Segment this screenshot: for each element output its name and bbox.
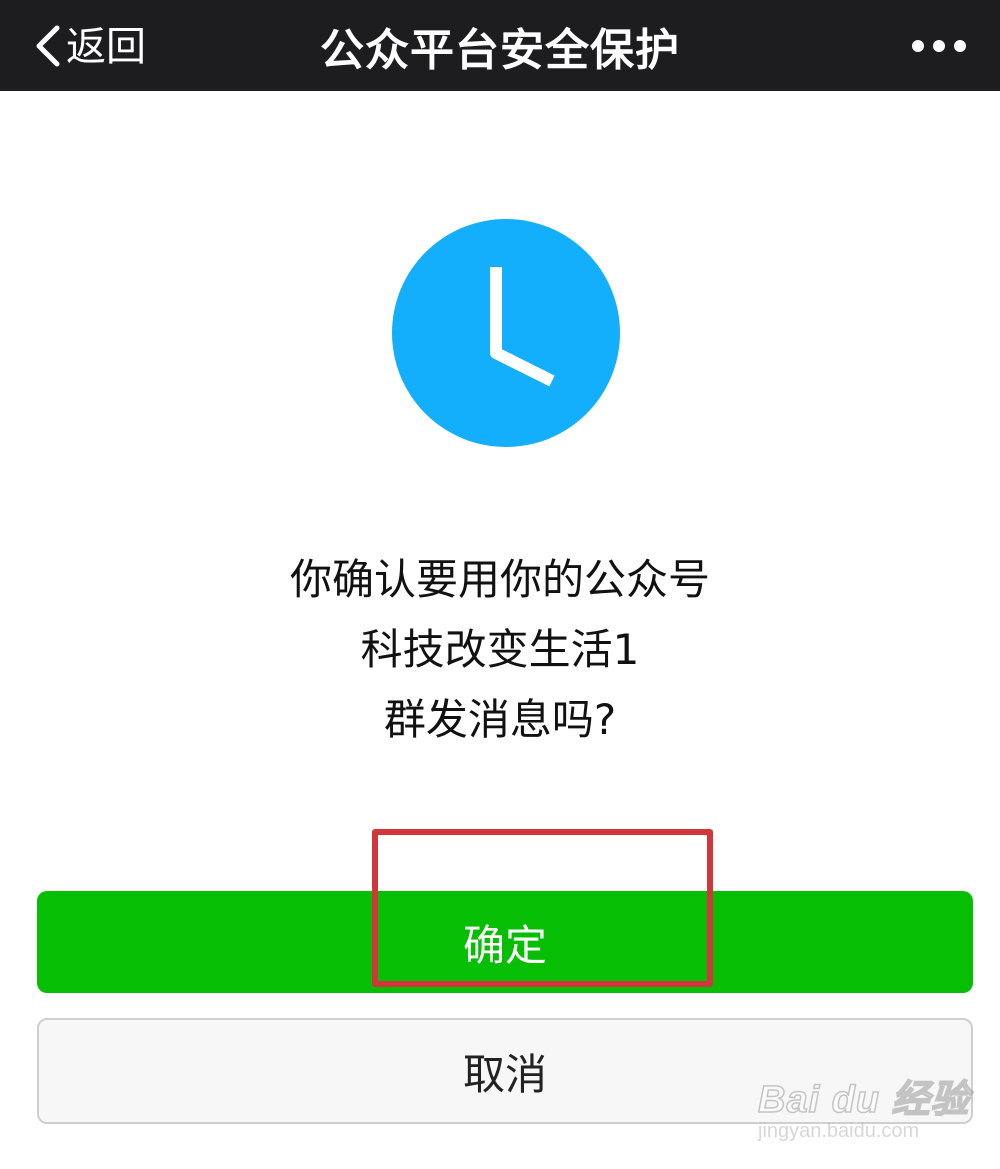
back-button[interactable]: 返回: [32, 0, 146, 91]
cancel-button-label: 取消: [462, 1049, 547, 1099]
more-dots-icon[interactable]: [912, 0, 966, 91]
confirm-button-label: 确定: [462, 920, 547, 970]
message-line-2: 科技改变生活1: [360, 625, 640, 674]
more-dot: [912, 39, 924, 52]
chevron-left-icon: [36, 25, 60, 66]
back-label: 返回: [66, 23, 146, 70]
more-dot: [954, 39, 966, 52]
clock-icon: [392, 219, 620, 447]
top-navigation-bar: 返回 公众平台安全保护: [0, 0, 1000, 91]
message-line-1: 你确认要用你的公众号: [289, 555, 710, 604]
page-title: 公众平台安全保护: [320, 24, 680, 76]
message-line-3: 群发消息吗?: [383, 695, 617, 744]
page: 返回 公众平台安全保护 你确认要用你的公众号 科技改变生活1 群发消息吗? 确定…: [0, 0, 1000, 1169]
confirm-button[interactable]: 确定: [37, 891, 973, 993]
confirmation-message: 你确认要用你的公众号 科技改变生活1 群发消息吗?: [0, 545, 1000, 755]
cancel-button[interactable]: 取消: [37, 1018, 973, 1124]
more-dot: [933, 39, 945, 52]
